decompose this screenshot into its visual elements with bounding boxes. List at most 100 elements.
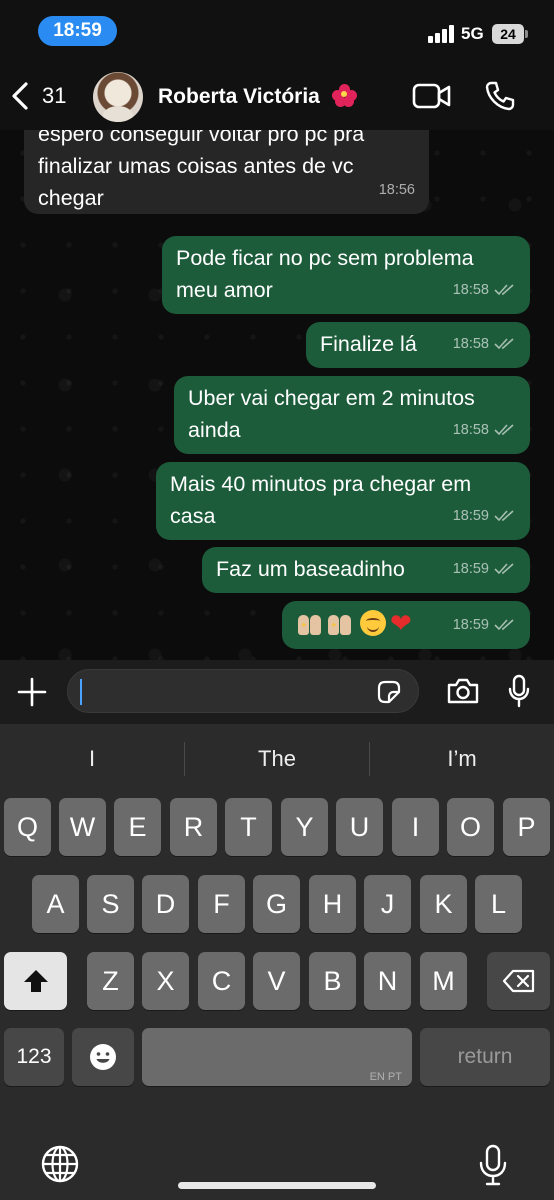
microphone-icon	[508, 674, 530, 708]
sticker-button[interactable]	[375, 678, 403, 711]
suggestion-item[interactable]: I’m	[370, 724, 554, 792]
key-s[interactable]: S	[87, 875, 134, 933]
message-text: espero conseguir voltar pro pc pra final…	[38, 130, 365, 210]
key-r[interactable]: R	[170, 798, 217, 856]
space-key[interactable]: EN PT	[142, 1028, 412, 1086]
dictation-mic-icon	[479, 1144, 507, 1186]
emoji-key[interactable]	[72, 1028, 134, 1086]
shift-icon	[23, 970, 48, 992]
key-d[interactable]: D	[142, 875, 189, 933]
key-j[interactable]: J	[364, 875, 411, 933]
attach-button[interactable]	[16, 676, 48, 713]
video-camera-icon	[412, 83, 451, 109]
battery-icon: 24	[492, 24, 524, 44]
dictation-button[interactable]	[478, 1144, 508, 1191]
chat-area[interactable]: espero conseguir voltar pro pc pra final…	[0, 130, 554, 660]
plus-icon	[17, 677, 47, 707]
message-outgoing[interactable]: Faz um baseadinho 18:59	[202, 547, 530, 593]
raising-hands-icon: ✦	[296, 611, 324, 635]
voice-message-button[interactable]	[507, 674, 531, 713]
contact-name-area[interactable]: Roberta Victória	[158, 84, 358, 109]
numbers-key[interactable]: 123	[4, 1028, 64, 1086]
keyboard: I The I’m Q W E R T Y U I O P A S D F G …	[0, 724, 554, 1200]
message-meta: 18:58	[453, 328, 516, 360]
key-b[interactable]: B	[309, 952, 356, 1010]
cellular-signal-icon	[428, 25, 456, 43]
hibiscus-icon	[331, 84, 358, 107]
key-i[interactable]: I	[392, 798, 439, 856]
message-time: 18:59	[452, 617, 489, 633]
message-time: 18:59	[452, 561, 489, 577]
status-time[interactable]: 18:59	[38, 16, 117, 46]
return-key[interactable]: return	[420, 1028, 550, 1086]
message-meta: 18:59	[453, 500, 516, 532]
sticker-icon	[377, 680, 401, 704]
key-c[interactable]: C	[198, 952, 245, 1010]
message-outgoing[interactable]: Uber vai chegar em 2 minutos ainda 18:58	[174, 376, 530, 454]
suggestion-item[interactable]: The	[185, 724, 369, 792]
key-e[interactable]: E	[114, 798, 161, 856]
key-v[interactable]: V	[253, 952, 300, 1010]
message-meta: 18:59	[453, 553, 516, 585]
key-p[interactable]: P	[503, 798, 550, 856]
video-call-button[interactable]	[412, 82, 452, 115]
camera-button[interactable]	[446, 677, 480, 710]
chevron-left-icon	[12, 82, 28, 110]
key-t[interactable]: T	[225, 798, 272, 856]
camera-icon	[447, 678, 479, 704]
emoji-icon	[90, 1044, 116, 1070]
backspace-key[interactable]	[487, 952, 550, 1010]
read-receipt-icon	[494, 424, 514, 436]
message-meta: 18:56	[379, 174, 415, 206]
key-f[interactable]: F	[198, 875, 245, 933]
globe-button[interactable]	[40, 1144, 80, 1189]
key-x[interactable]: X	[142, 952, 189, 1010]
red-heart-icon: ❤	[390, 608, 412, 638]
unread-count: 31	[42, 83, 67, 108]
contact-name: Roberta Victória	[158, 85, 320, 108]
avatar[interactable]	[93, 72, 143, 122]
message-outgoing[interactable]: ✦ ✦ ❤ 18:59	[282, 601, 530, 649]
key-k[interactable]: K	[420, 875, 467, 933]
message-input[interactable]	[67, 669, 419, 713]
message-incoming[interactable]: espero conseguir voltar pro pc pra final…	[24, 130, 429, 214]
read-receipt-icon	[494, 284, 514, 296]
message-outgoing[interactable]: Pode ficar no pc sem problema meu amor 1…	[162, 236, 530, 314]
read-receipt-icon	[494, 510, 514, 522]
message-composer	[0, 660, 554, 724]
read-receipt-icon	[494, 338, 514, 350]
back-button[interactable]: 31	[10, 78, 80, 114]
message-outgoing[interactable]: Mais 40 minutos pra chegar em casa 18:59	[156, 462, 530, 540]
key-h[interactable]: H	[309, 875, 356, 933]
voice-call-button[interactable]	[484, 80, 516, 117]
phone-icon	[485, 81, 515, 111]
suggestion-item[interactable]: I	[0, 724, 184, 792]
key-g[interactable]: G	[253, 875, 300, 933]
space-language-label: EN PT	[369, 1071, 402, 1083]
backspace-icon	[502, 969, 534, 993]
key-u[interactable]: U	[336, 798, 383, 856]
message-time: 18:56	[378, 182, 415, 198]
key-a[interactable]: A	[32, 875, 79, 933]
key-y[interactable]: Y	[281, 798, 328, 856]
globe-icon	[41, 1145, 79, 1183]
key-m[interactable]: M	[420, 952, 467, 1010]
home-indicator[interactable]	[178, 1182, 376, 1189]
key-z[interactable]: Z	[87, 952, 134, 1010]
message-meta: 18:58	[453, 414, 516, 446]
text-caret	[80, 679, 82, 705]
message-time: 18:59	[452, 508, 489, 524]
message-time: 18:58	[452, 336, 489, 352]
suggestion-bar: I The I’m	[0, 724, 554, 792]
message-time: 18:58	[452, 422, 489, 438]
read-receipt-icon	[494, 563, 514, 575]
key-w[interactable]: W	[59, 798, 106, 856]
key-q[interactable]: Q	[4, 798, 51, 856]
shift-key[interactable]	[4, 952, 67, 1010]
chat-header: 31 Roberta Victória	[0, 62, 554, 130]
message-time: 18:58	[452, 282, 489, 298]
message-outgoing[interactable]: Finalize lá 18:58	[306, 322, 530, 368]
key-n[interactable]: N	[364, 952, 411, 1010]
key-l[interactable]: L	[475, 875, 522, 933]
key-o[interactable]: O	[447, 798, 494, 856]
